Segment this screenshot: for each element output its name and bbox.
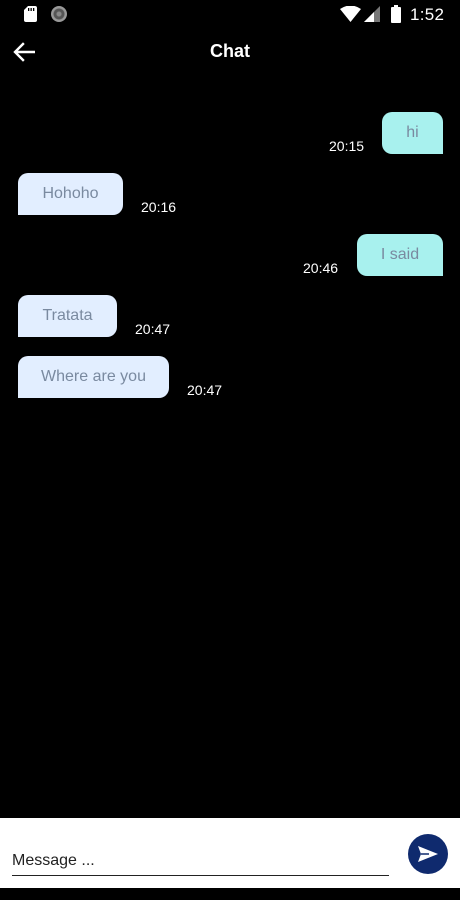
message-input[interactable]: [12, 846, 389, 876]
send-icon: [418, 846, 438, 862]
message-row: Hohoho 20:16: [0, 173, 460, 217]
message-time: 20:47: [135, 321, 171, 337]
app-header: Chat: [0, 30, 460, 74]
message-time: 20:47: [187, 382, 223, 398]
battery-icon: [391, 5, 401, 23]
message-bubble[interactable]: hi: [382, 112, 443, 154]
message-composer: [0, 818, 460, 888]
message-bubble[interactable]: Tratata: [18, 295, 117, 337]
message-time: 20:46: [303, 260, 339, 276]
message-time: 20:16: [141, 199, 177, 215]
message-bubble[interactable]: Where are you: [18, 356, 169, 398]
navigation-bar-strip: [0, 888, 460, 900]
send-button[interactable]: [408, 834, 448, 874]
message-bubble[interactable]: Hohoho: [18, 173, 123, 215]
message-row: I said 20:46: [0, 234, 460, 278]
message-list[interactable]: hi 20:15 Hohoho 20:16 I said 20:46 Trata…: [0, 100, 460, 810]
record-icon: [51, 6, 67, 22]
page-title: Chat: [210, 41, 250, 61]
sd-card-icon: [24, 6, 37, 22]
message-bubble[interactable]: I said: [357, 234, 443, 276]
wifi-icon: [340, 6, 361, 22]
message-row: Tratata 20:47: [0, 295, 460, 339]
message-time: 20:15: [329, 138, 365, 154]
message-row: hi 20:15: [0, 112, 460, 156]
message-row: Where are you 20:47: [0, 356, 460, 400]
signal-icon: [364, 6, 380, 22]
status-time: 1:52: [410, 5, 445, 24]
status-bar: 1:52: [0, 0, 460, 30]
